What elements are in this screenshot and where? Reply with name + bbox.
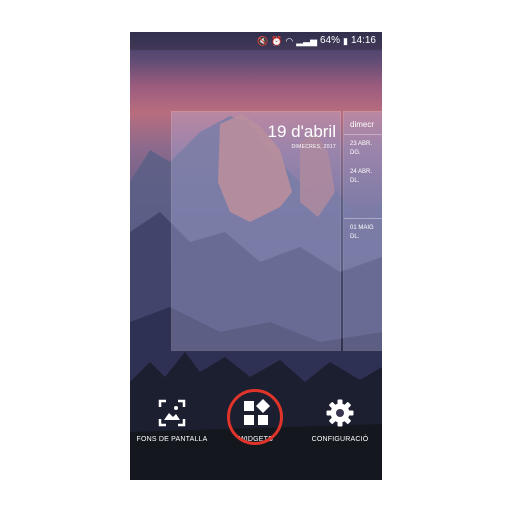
widget-date: 19 d'abril [267,122,336,141]
wifi-icon: ◠ [285,36,294,46]
clock: 14:16 [350,35,376,46]
settings-button[interactable]: CONFIGURACIÓ [298,392,382,443]
alarm-icon: ⏰ [271,36,283,46]
widget-weekday-year: DIMECRES, 2017 [291,144,336,150]
calendar-event: 23 ABR. DG. [350,140,372,158]
event-day: DG. [350,150,361,156]
calendar-divider [344,218,382,219]
calendar-widget[interactable]: dimecr 23 ABR. DG. 24 ABR. DL. 01 MAIG D… [343,111,382,351]
wallpapers-button[interactable]: FONS DE PANTALLA [130,392,214,443]
date-widget[interactable]: 19 d'abril DIMECRES, 2017 [171,111,341,351]
status-bar: 🔇 ⏰ ◠ ▂▃▅ 64% ▮ 14:16 [130,32,382,50]
signal-icon: ▂▃▅ [296,36,317,46]
status-icons: 🔇 ⏰ ◠ ▂▃▅ 64% ▮ 14:16 [257,32,376,50]
calendar-event: 24 ABR. DL. [350,168,372,186]
phone-screen: 🔇 ⏰ ◠ ▂▃▅ 64% ▮ 14:16 19 d'abril DIMECRE… [130,32,382,480]
wallpapers-label: FONS DE PANTALLA [136,436,208,443]
settings-label: CONFIGURACIÓ [311,436,369,443]
calendar-header: dimecr [350,120,375,129]
event-date: 24 ABR. [350,169,373,175]
event-date: 23 ABR. [350,141,373,147]
event-day: DL. [350,234,360,240]
edit-mode-menu: FONS DE PANTALLA WIDGETS CONFIGURACIÓ [130,389,382,454]
event-date: 01 MAIG [350,225,374,231]
battery-icon: ▮ [343,36,348,46]
calendar-event: 01 MAIG DL. [350,224,374,242]
highlight-ring [227,389,283,445]
calendar-divider [344,134,382,135]
event-day: DL. [350,178,360,184]
battery-percent: 64% [320,35,341,46]
mute-icon: 🔇 [256,36,269,46]
settings-gear-icon [326,399,354,427]
wallpaper-icon [158,399,186,427]
